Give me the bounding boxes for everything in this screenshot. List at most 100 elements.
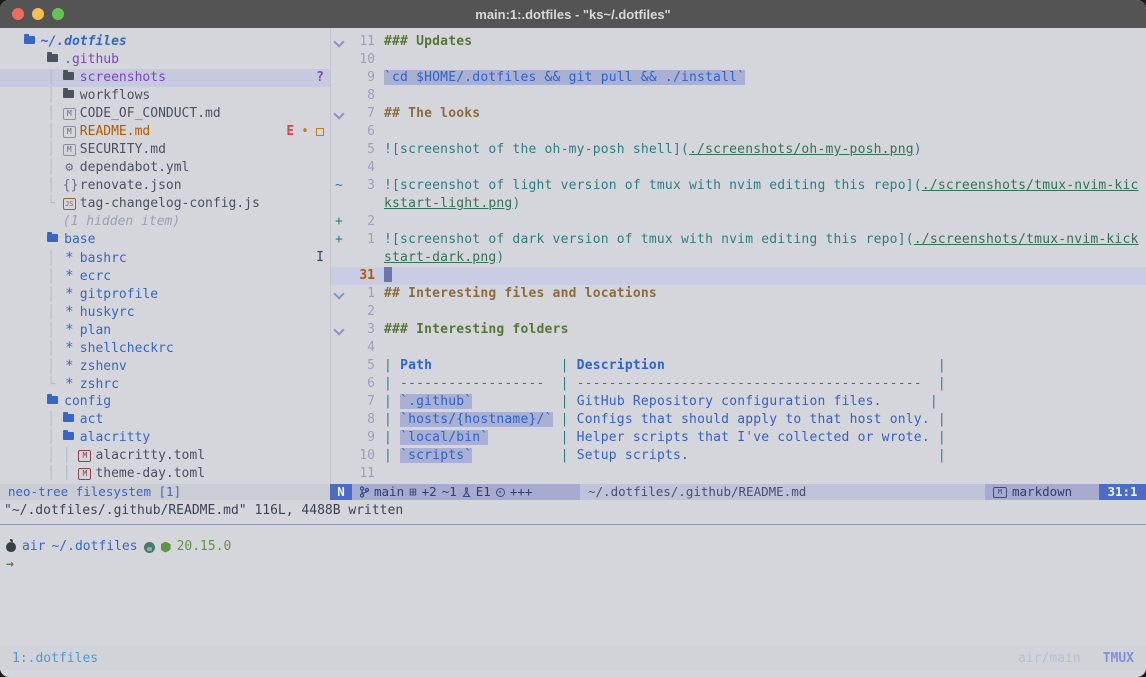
folder-icon (63, 432, 74, 440)
line-text (375, 465, 384, 483)
editor-buffer[interactable]: 11### Updates109`cd $HOME/.dotfiles && g… (330, 28, 1146, 484)
editor-line[interactable]: 6 (331, 123, 1146, 141)
editor-line[interactable]: +1![screenshot of dark version of tmux w… (331, 231, 1146, 249)
tree-item-label: gitprofile (80, 287, 158, 302)
gutter-blank (331, 357, 349, 375)
prompt-cwd: ~/.dotfiles (51, 538, 137, 556)
shell-prompt: air ~/.dotfiles 20.15.0 (6, 538, 231, 556)
gutter-blank (331, 303, 349, 321)
tree-item[interactable]: │ *ecrc (0, 267, 330, 285)
tree-item[interactable]: │ *gitprofile (0, 285, 330, 303)
editor-line[interactable]: 9`cd $HOME/.dotfiles && git pull && ./in… (331, 69, 1146, 87)
tree-item-label: plan (80, 323, 111, 338)
tree-item[interactable]: │ MREADME.mdE• (0, 123, 330, 141)
indent-guide: │ (8, 287, 63, 302)
editor-line[interactable]: 5![screenshot of the oh-my-posh shell](.… (331, 141, 1146, 159)
javascript-file-icon: JS (63, 198, 76, 210)
tmux-window-name[interactable]: 1:.dotfiles (12, 651, 98, 666)
line-number: 3 (349, 177, 375, 195)
tree-item-label: tag-changelog-config.js (80, 196, 260, 211)
tree-item[interactable]: config (0, 393, 330, 411)
tree-item[interactable]: └ JStag-changelog-config.js (0, 195, 330, 213)
gutter-blank (331, 267, 349, 285)
config-file-icon: * (63, 375, 76, 393)
gutter-blank (331, 123, 349, 141)
editor-line[interactable]: start-dark.png) (331, 249, 1146, 267)
editor-line[interactable]: 10| `scripts` | Setup scripts. | (331, 447, 1146, 465)
prompt-arrow[interactable]: → (6, 556, 14, 574)
editor-line[interactable]: 7## The looks (331, 105, 1146, 123)
editor-line[interactable]: 8| `hosts/{hostname}/` | Configs that sh… (331, 411, 1146, 429)
editor-line[interactable]: 6| ------------------ | ----------------… (331, 375, 1146, 393)
close-button[interactable] (12, 8, 24, 20)
tree-item[interactable]: │ *bashrcI (0, 249, 330, 267)
indent-guide: │ (8, 124, 63, 139)
editor-line[interactable]: 8 (331, 87, 1146, 105)
minimize-button[interactable] (32, 8, 44, 20)
tree-item[interactable]: │ *zshenv (0, 357, 330, 375)
apple-icon (6, 542, 16, 552)
tree-item[interactable]: ~/.dotfiles (0, 33, 330, 51)
tree-item[interactable]: │ ⚙dependabot.yml (0, 159, 330, 177)
tree-item[interactable]: │ *shellcheckrc (0, 339, 330, 357)
tree-item[interactable]: │ MSECURITY.md (0, 141, 330, 159)
folder-icon (47, 396, 58, 404)
tree-item-label: config (64, 394, 111, 409)
tree-item[interactable]: │ │ Malacritty.toml (0, 447, 330, 465)
editor-line[interactable]: 2 (331, 303, 1146, 321)
indent-guide (8, 214, 63, 229)
gutter-blank (331, 339, 349, 357)
tree-item[interactable]: └ *zshrc (0, 375, 330, 393)
tree-item[interactable]: │ {}renovate.json (0, 177, 330, 195)
editor-line[interactable]: 5| Path | Description | (331, 357, 1146, 375)
folder-icon (47, 54, 58, 62)
prompt-host: air (22, 538, 45, 556)
editor-line[interactable]: 3### Interesting folders (331, 321, 1146, 339)
config-file-icon: * (63, 267, 76, 285)
editor-line[interactable]: 31 (331, 267, 1146, 285)
editor-line[interactable]: 7| `.github` | GitHub Repository configu… (331, 393, 1146, 411)
line-number: 9 (349, 429, 375, 447)
editor-line[interactable]: ~3![screenshot of light version of tmux … (331, 177, 1146, 195)
filetype-label: markdown (1012, 484, 1072, 500)
traffic-lights (12, 0, 64, 28)
line-text: ### Updates (375, 33, 472, 51)
tree-item[interactable]: (1 hidden item) (0, 213, 330, 231)
editor-line[interactable]: +2 (331, 213, 1146, 231)
line-text (375, 339, 384, 357)
line-text (375, 303, 384, 321)
editor-line[interactable]: 4 (331, 339, 1146, 357)
line-text: ## Interesting files and locations (375, 285, 657, 303)
tree-item[interactable]: │ *plan (0, 321, 330, 339)
line-number: 10 (349, 51, 375, 69)
tree-item[interactable]: │ │ Mtheme-day.toml (0, 465, 330, 483)
line-text: ## The looks (375, 105, 480, 123)
editor-line[interactable]: kstart-light.png) (331, 195, 1146, 213)
tree-item[interactable]: base (0, 231, 330, 249)
tree-item[interactable]: .github (0, 51, 330, 69)
zoom-button[interactable] (52, 8, 64, 20)
editor-line[interactable]: 1## Interesting files and locations (331, 285, 1146, 303)
line-number: 2 (349, 303, 375, 321)
editor-line[interactable]: 11 (331, 465, 1146, 483)
config-file-icon: * (63, 303, 76, 321)
tree-item[interactable]: │ alacritty (0, 429, 330, 447)
tree-item[interactable]: │ act (0, 411, 330, 429)
error-count: E1 (476, 484, 491, 500)
tree-item-label: .github (64, 52, 119, 67)
line-number: 6 (349, 123, 375, 141)
tree-item[interactable]: │ MCODE_OF_CONDUCT.md (0, 105, 330, 123)
editor-line[interactable]: 10 (331, 51, 1146, 69)
editor-line[interactable]: 11### Updates (331, 33, 1146, 51)
line-text: | `hosts/{hostname}/` | Configs that sho… (375, 411, 946, 429)
tree-item[interactable]: │ screenshots? (0, 69, 330, 87)
tree-item[interactable]: │ workflows (0, 87, 330, 105)
flask-icon (462, 487, 471, 498)
line-text: start-dark.png) (375, 249, 504, 267)
tree-item[interactable]: │ *huskyrc (0, 303, 330, 321)
indent-guide: │ (8, 160, 63, 175)
editor-line[interactable]: 9| `local/bin` | Helper scripts that I'v… (331, 429, 1146, 447)
pane-separator[interactable] (0, 524, 1146, 525)
indent-guide: │ (8, 341, 63, 356)
editor-line[interactable]: 4 (331, 159, 1146, 177)
